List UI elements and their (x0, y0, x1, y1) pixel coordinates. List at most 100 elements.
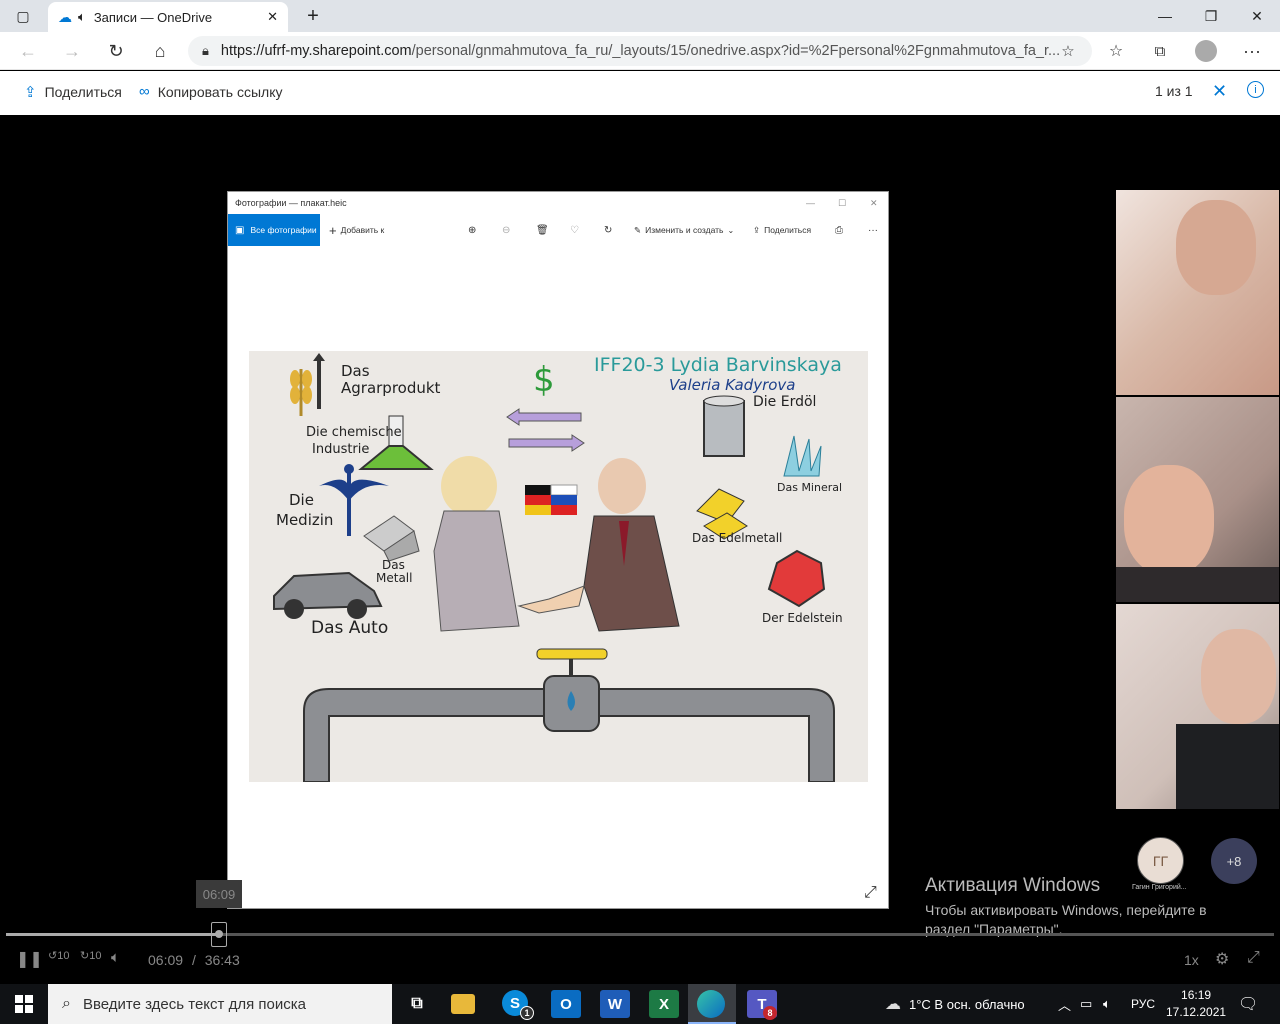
photos-minimize-icon[interactable]: — (806, 198, 815, 208)
seek-tooltip: 06:09 (196, 880, 242, 908)
trade-arrows-icon (506, 408, 585, 452)
photos-close-icon[interactable]: ✕ (870, 198, 878, 209)
back-button[interactable]: ← (12, 36, 44, 66)
copy-link-label: Копировать ссылку (157, 83, 283, 100)
participant-video-1[interactable] (1116, 190, 1279, 395)
label-chemische-1: Die chemische (306, 425, 402, 440)
print-icon[interactable]: ⎙ (835, 214, 843, 246)
photos-more-icon[interactable]: ··· (868, 214, 878, 246)
clock-date: 17.12.2021 (1166, 1005, 1227, 1019)
more-menu-icon[interactable]: ··· (1236, 36, 1268, 66)
participant-face-3 (1201, 629, 1276, 724)
playback-speed-button[interactable]: 1x (1184, 952, 1199, 968)
delete-icon[interactable]: 🗑︎ (536, 214, 549, 246)
more-participants-badge[interactable]: +8 (1211, 838, 1257, 884)
new-tab-button[interactable]: + (290, 0, 336, 32)
participant-clothes-3 (1176, 724, 1279, 809)
progress-bar[interactable] (6, 933, 1274, 936)
mineral-crystal-icon (783, 435, 822, 477)
language-indicator[interactable]: РУС (1131, 984, 1155, 1024)
share-icon: ⇪ (753, 224, 761, 235)
settings-gear-icon[interactable]: ⚙ (1215, 949, 1229, 969)
close-window-button[interactable]: ✕ (1234, 0, 1280, 32)
rotate-icon[interactable]: ↻ (604, 214, 612, 246)
volume-icon[interactable]: 🔈︎ (111, 949, 120, 966)
info-icon[interactable]: i (1247, 81, 1264, 98)
total-time: 36:43 (204, 952, 240, 968)
show-hidden-icons[interactable]: ︿ (1058, 984, 1071, 1024)
skype-badge: 1 (520, 1006, 534, 1020)
share-button[interactable]: ⇪ Поделиться (24, 83, 122, 101)
browser-tab[interactable]: ☁ 🔈︎ Записи — OneDrive ✕ (48, 2, 288, 32)
zoom-in-icon[interactable]: ⊕ (468, 214, 476, 246)
label-chemische-2: Industrie (312, 442, 370, 457)
close-viewer-icon[interactable]: ✕ (1212, 81, 1227, 102)
dollar-sign: $ (533, 360, 555, 400)
fullscreen-icon[interactable]: ⤢ (1247, 949, 1260, 967)
windows-taskbar: ⌕ Введите здесь текст для поиска ⧉ S1 O … (0, 984, 1280, 1024)
link-icon: ∞ (139, 83, 150, 100)
audio-icon[interactable]: 🔈︎ (78, 9, 86, 25)
profile-avatar[interactable] (1190, 36, 1222, 66)
photos-share-button[interactable]: ⇪ Поделиться (753, 214, 811, 246)
copy-link-button[interactable]: ∞ Копировать ссылку (139, 83, 283, 100)
word-icon[interactable]: W (600, 990, 630, 1018)
skype-icon[interactable]: S1 (502, 990, 534, 1020)
all-photos-label: Все фотографии (250, 225, 317, 235)
participant-face-1 (1176, 200, 1256, 295)
oil-barrel-icon (703, 395, 745, 457)
time-display: 06:09 / 36:43 (148, 952, 240, 968)
lock-icon[interactable]: 🔒︎ (202, 43, 209, 59)
weather-widget[interactable]: ☁ 1°C В осн. облачно (885, 984, 1025, 1024)
zoom-out-icon[interactable]: ⊖ (502, 214, 510, 246)
file-explorer-icon[interactable] (451, 994, 475, 1014)
add-to-button[interactable]: + Добавить к (329, 214, 384, 246)
gallery-icon: ▣ (235, 224, 245, 236)
plus-icon: + (329, 222, 337, 238)
progress-handle[interactable] (211, 922, 227, 947)
puzzle-flags-icon (525, 484, 578, 515)
favorites-icon[interactable]: ☆ (1100, 36, 1132, 66)
teams-icon[interactable]: T8 (747, 990, 777, 1020)
close-tab-icon[interactable]: ✕ (267, 9, 278, 25)
all-photos-button[interactable]: ▣ Все фотографии (228, 214, 320, 246)
restore-button[interactable]: ❐ (1188, 0, 1234, 32)
minimize-button[interactable]: — (1142, 0, 1188, 32)
outlook-icon[interactable]: O (551, 990, 581, 1018)
label-agrarprodukt: Das Agrarprodukt (341, 362, 441, 397)
activation-line-2: раздел "Параметры". (925, 921, 1063, 937)
speaker-icon[interactable]: 🔈︎ (1103, 984, 1111, 1024)
label-edelstein: Der Edelstein (762, 611, 843, 625)
clock[interactable]: 16:19 17.12.2021 (1166, 984, 1226, 1024)
edit-create-button[interactable]: ✎ Изменить и создать ⌄ (634, 214, 734, 246)
taskbar-search-box[interactable]: ⌕ Введите здесь текст для поиска (48, 984, 392, 1024)
clock-time: 16:19 (1181, 988, 1212, 1002)
photos-maximize-icon[interactable]: ☐ (838, 198, 846, 209)
windows-start-icon[interactable] (15, 995, 33, 1013)
poster-image: $ IFF20-3 Lydia Barvinskaya Valeria Kady… (249, 351, 868, 782)
forward-button[interactable]: → (56, 36, 88, 66)
excel-icon[interactable]: X (649, 990, 679, 1018)
edit-icon: ✎ (634, 224, 642, 235)
pause-icon[interactable]: ❚❚ (16, 949, 43, 969)
favorite-heart-icon[interactable]: ♡ (570, 214, 579, 246)
refresh-button[interactable]: ↻ (100, 36, 132, 66)
collections-icon[interactable]: ⧉ (1144, 36, 1176, 66)
url-field[interactable]: 🔒︎ https://ufrf-my.sharepoint.com/person… (188, 36, 1092, 66)
notifications-icon[interactable]: 🗨︎ (1238, 984, 1258, 1024)
network-icon[interactable]: ▭ (1080, 984, 1092, 1024)
home-button[interactable]: ⌂ (144, 36, 176, 66)
wheat-icon (290, 353, 325, 416)
skip-back-button[interactable]: ↺10 (48, 949, 69, 962)
edge-icon[interactable] (697, 990, 725, 1018)
participant-video-3[interactable] (1116, 604, 1279, 809)
address-bar: ← → ↻ ⌂ 🔒︎ https://ufrf-my.sharepoint.co… (0, 32, 1280, 70)
fullscreen-expand-icon[interactable]: ⤢ (864, 884, 877, 902)
tab-actions-icon[interactable]: ▢ (0, 0, 46, 32)
skip-forward-button[interactable]: ↻10 (80, 949, 101, 962)
gemstone-icon (767, 549, 826, 608)
participant-video-2[interactable] (1116, 397, 1279, 602)
task-view-icon[interactable]: ⧉ (402, 990, 432, 1018)
add-favorite-icon[interactable]: ☆ (1052, 36, 1084, 66)
teams-badge: 8 (763, 1006, 777, 1020)
